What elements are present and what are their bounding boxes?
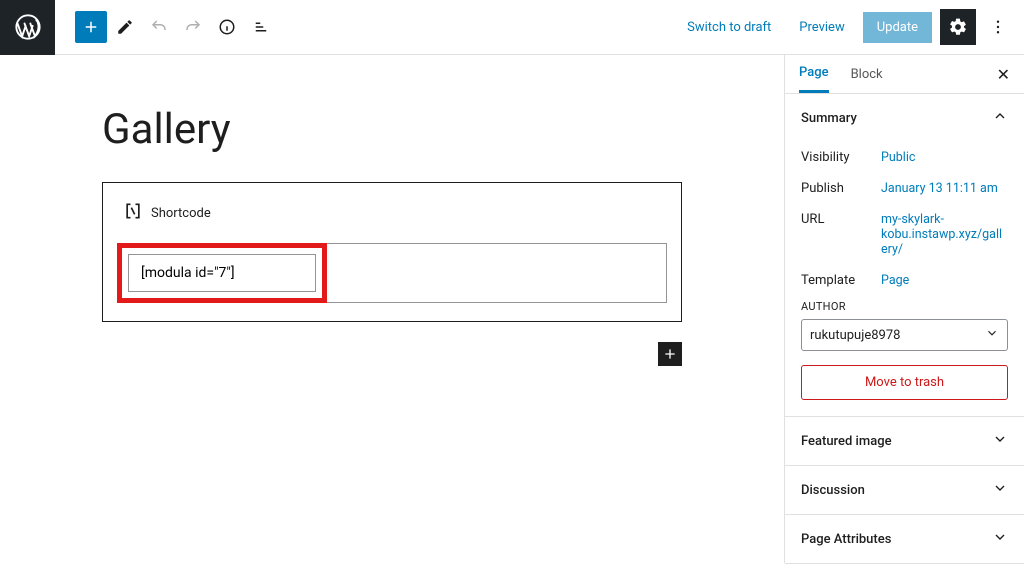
visibility-label: Visibility [801,150,881,165]
tab-block[interactable]: Block [851,67,883,92]
shortcode-highlight-box [117,243,327,303]
undo-button[interactable] [143,11,175,43]
publish-label: Publish [801,181,881,196]
chevron-down-icon [992,480,1008,500]
chevron-down-icon [985,326,999,344]
shortcode-block[interactable]: Shortcode [102,182,682,322]
list-view-button[interactable] [245,11,277,43]
block-appender-button[interactable] [658,342,682,366]
more-options-button[interactable] [984,18,1012,36]
preview-button[interactable]: Preview [789,14,854,41]
settings-button[interactable] [940,9,976,45]
panel-featured-image-title: Featured image [801,434,892,449]
panel-featured-image-toggle[interactable]: Featured image [785,417,1024,465]
block-label: Shortcode [151,206,211,221]
switch-to-draft-button[interactable]: Switch to draft [677,14,781,41]
template-label: Template [801,273,881,288]
visibility-value[interactable]: Public [881,150,1008,165]
shortcode-icon [123,201,143,225]
add-block-button[interactable] [75,11,107,43]
move-to-trash-button[interactable]: Move to trash [801,365,1008,400]
info-button[interactable] [211,11,243,43]
tab-page[interactable]: Page [799,65,829,93]
author-value: rukutupuje8978 [810,328,900,343]
edit-mode-button[interactable] [109,11,141,43]
wordpress-logo[interactable] [0,0,55,55]
shortcode-input-extension[interactable] [327,243,667,303]
settings-sidebar: Page Block ✕ Summary Visibility Public P… [784,55,1024,563]
chevron-up-icon [992,108,1008,128]
redo-button[interactable] [177,11,209,43]
panel-page-attributes-title: Page Attributes [801,532,891,547]
page-title[interactable]: Gallery [102,105,682,154]
url-label: URL [801,212,881,257]
panel-discussion-title: Discussion [801,483,865,498]
panel-summary-title: Summary [801,111,857,126]
publish-value[interactable]: January 13 11:11 am [881,181,1008,196]
author-label: AUTHOR [801,300,1008,313]
panel-summary-toggle[interactable]: Summary [785,94,1024,142]
author-select[interactable]: rukutupuje8978 [801,319,1008,351]
editor-canvas: Gallery Shortcode [0,55,784,563]
template-value[interactable]: Page [881,273,1008,288]
chevron-down-icon [992,431,1008,451]
close-sidebar-button[interactable]: ✕ [997,65,1010,84]
panel-discussion-toggle[interactable]: Discussion [785,466,1024,514]
update-button[interactable]: Update [863,12,932,43]
url-value[interactable]: my-skylark-kobu.instawp.xyz/gallery/ [881,212,1008,257]
editor-topbar: Switch to draft Preview Update [0,0,1024,55]
shortcode-input[interactable] [128,254,316,292]
chevron-down-icon [992,529,1008,549]
panel-page-attributes-toggle[interactable]: Page Attributes [785,515,1024,563]
